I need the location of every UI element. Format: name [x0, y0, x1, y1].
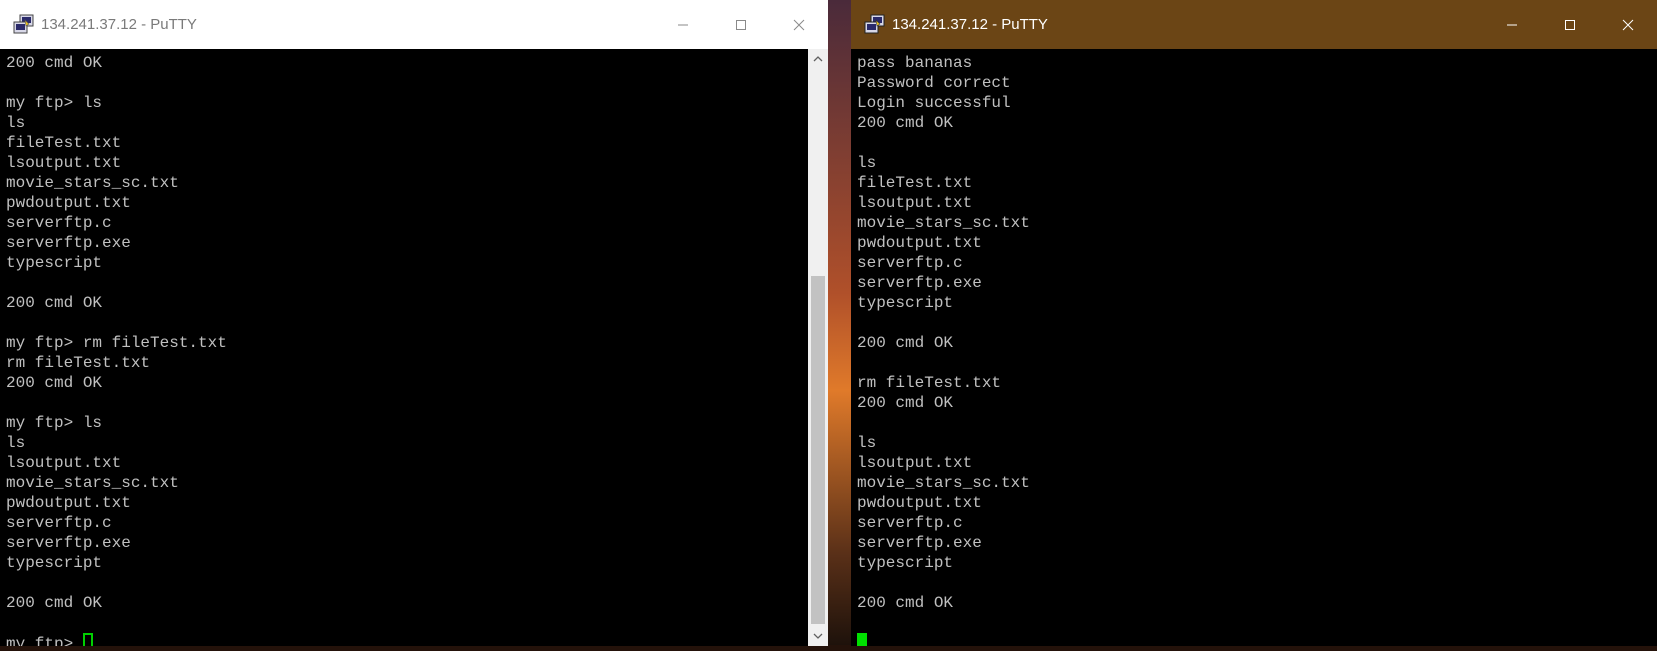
- terminal-line: serverftp.exe: [6, 534, 131, 552]
- terminal-line: movie_stars_sc.txt: [857, 474, 1030, 492]
- text-cursor: [82, 633, 93, 646]
- close-icon: [793, 19, 805, 30]
- terminal-line: lsoutput.txt: [6, 454, 122, 472]
- terminal-line: my ftp> ls: [6, 414, 103, 432]
- terminal-line: serverftp.c: [857, 514, 963, 532]
- terminal-line: Login successful: [857, 94, 1011, 112]
- terminal-line: typescript: [857, 554, 954, 572]
- terminal-line: movie_stars_sc.txt: [857, 214, 1030, 232]
- terminal-line: serverftp.c: [6, 214, 112, 232]
- terminal-line: typescript: [6, 254, 103, 272]
- terminal-line: typescript: [857, 294, 954, 312]
- terminal-line: 200 cmd OK: [6, 54, 103, 72]
- terminal-line: 200 cmd OK: [857, 594, 954, 612]
- terminal-line: pwdoutput.txt: [6, 494, 131, 512]
- terminal-output[interactable]: pass bananas Password correct Login succes…: [851, 49, 1657, 646]
- putty-icon[interactable]: [864, 14, 886, 36]
- terminal-line: my ftp> ls: [6, 94, 103, 112]
- putty-window-left[interactable]: 134.241.37.12 - PuTTY 200 cmd OK my ftp> …: [0, 0, 828, 646]
- terminal-line: 200 cmd OK: [857, 394, 954, 412]
- maximize-icon: [1565, 19, 1575, 30]
- minimize-button[interactable]: [1483, 0, 1541, 49]
- scroll-down-arrow-icon: [813, 633, 823, 639]
- title-bar[interactable]: 134.241.37.12 - PuTTY: [0, 0, 828, 49]
- terminal-line: typescript: [6, 554, 103, 572]
- scrollbar-thumb[interactable]: [811, 276, 825, 624]
- scroll-up-arrow-icon: [813, 56, 823, 62]
- close-icon: [1622, 19, 1634, 30]
- minimize-icon: [678, 24, 688, 25]
- terminal-line: pwdoutput.txt: [6, 194, 131, 212]
- terminal-line: 200 cmd OK: [6, 594, 103, 612]
- maximize-button[interactable]: [1541, 0, 1599, 49]
- minimize-icon: [1507, 24, 1517, 25]
- terminal-line: rm fileTest.txt: [857, 374, 1002, 392]
- terminal-line: serverftp.exe: [857, 274, 982, 292]
- terminal-line: pwdoutput.txt: [857, 234, 982, 252]
- terminal-line: ls: [6, 114, 26, 132]
- maximize-button[interactable]: [712, 0, 770, 49]
- text-cursor: [857, 633, 867, 646]
- maximize-icon: [736, 19, 746, 30]
- terminal-line: my ftp> rm fileTest.txt: [6, 334, 227, 352]
- terminal-line: ls: [857, 434, 877, 452]
- terminal-line: lsoutput.txt: [857, 194, 973, 212]
- terminal-line: serverftp.exe: [6, 234, 131, 252]
- terminal-line: 200 cmd OK: [857, 334, 954, 352]
- putty-window-right[interactable]: 134.241.37.12 - PuTTY pass bananas Passwo…: [851, 0, 1657, 646]
- command-prompt: my ftp>: [6, 635, 83, 646]
- prompt-line[interactable]: my ftp>: [6, 633, 808, 646]
- terminal-line: serverftp.exe: [857, 534, 982, 552]
- close-button[interactable]: [1599, 0, 1657, 49]
- window-title: 134.241.37.12 - PuTTY: [41, 16, 197, 33]
- terminal-line: 200 cmd OK: [857, 114, 954, 132]
- desktop-background: [828, 0, 852, 651]
- terminal-line: rm fileTest.txt: [6, 354, 151, 372]
- putty-icon[interactable]: [13, 14, 35, 36]
- minimize-button[interactable]: [654, 0, 712, 49]
- terminal-line: serverftp.c: [857, 254, 963, 272]
- terminal-line: movie_stars_sc.txt: [6, 474, 179, 492]
- terminal-line: 200 cmd OK: [6, 294, 103, 312]
- terminal-line: movie_stars_sc.txt: [6, 174, 179, 192]
- terminal-line: serverftp.c: [6, 514, 112, 532]
- terminal-line: 200 cmd OK: [6, 374, 103, 392]
- terminal-line: lsoutput.txt: [857, 454, 973, 472]
- close-button[interactable]: [770, 0, 828, 49]
- terminal-line: pass bananas: [857, 54, 973, 72]
- prompt-line[interactable]: [857, 633, 1657, 646]
- scroll-down-button[interactable]: [808, 626, 828, 646]
- terminal-output[interactable]: 200 cmd OK my ftp> ls ls fileTest.txt lsoutp…: [0, 49, 808, 646]
- title-bar[interactable]: 134.241.37.12 - PuTTY: [851, 0, 1657, 49]
- terminal-line: fileTest.txt: [6, 134, 122, 152]
- window-title: 134.241.37.12 - PuTTY: [892, 16, 1048, 33]
- vertical-scrollbar[interactable]: [808, 49, 828, 646]
- terminal-line: lsoutput.txt: [6, 154, 122, 172]
- terminal-line: pwdoutput.txt: [857, 494, 982, 512]
- terminal-line: fileTest.txt: [857, 174, 973, 192]
- terminal-line: ls: [6, 434, 26, 452]
- scroll-up-button[interactable]: [808, 49, 828, 69]
- terminal-line: Password correct: [857, 74, 1011, 92]
- terminal-line: ls: [857, 154, 877, 172]
